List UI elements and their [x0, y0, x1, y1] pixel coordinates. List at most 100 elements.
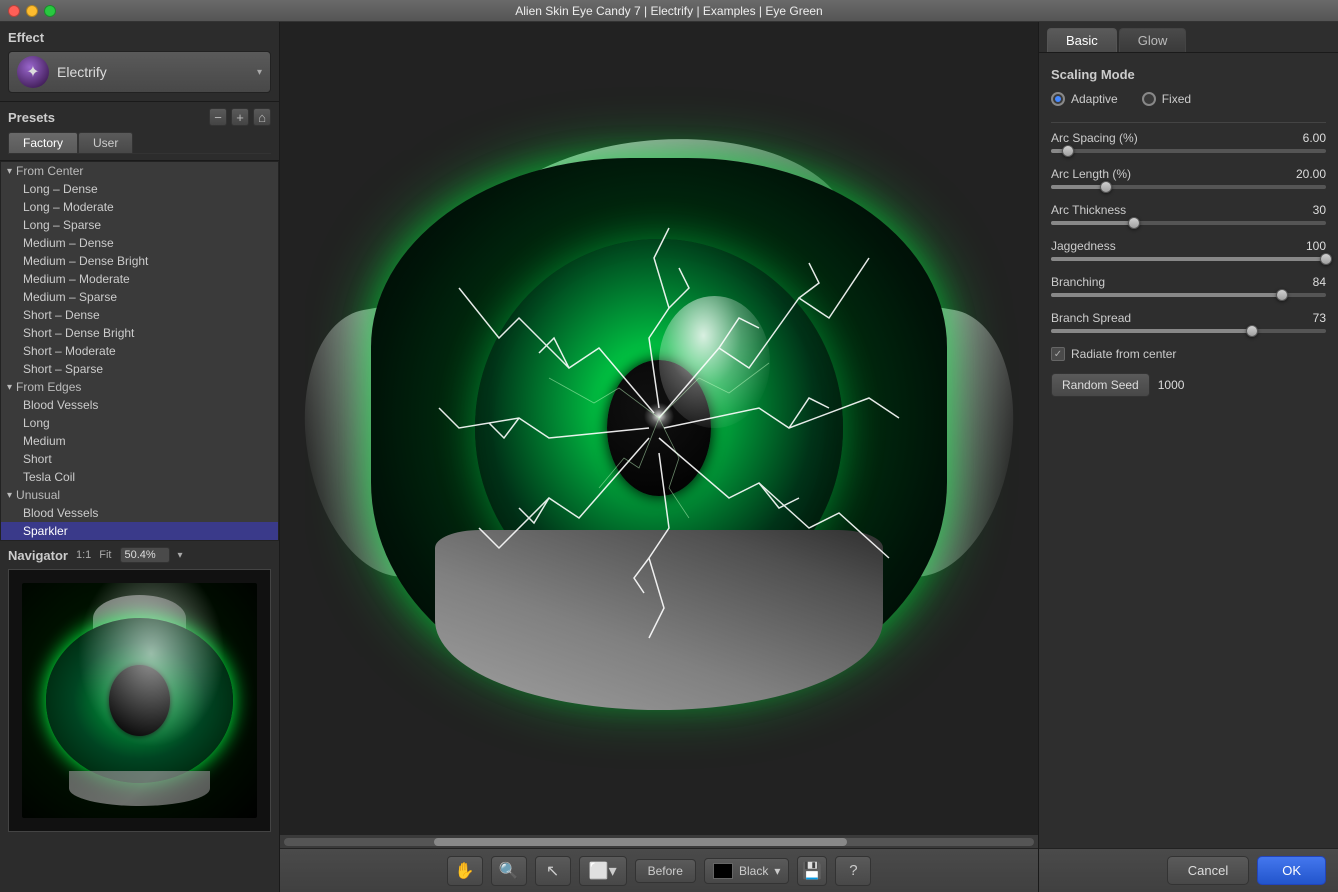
arc-spacing-header: Arc Spacing (%) 6.00: [1051, 131, 1326, 145]
presets-title: Presets: [8, 110, 205, 125]
tab-factory[interactable]: Factory: [8, 132, 78, 153]
shape-tool-button[interactable]: ⬜ ▾: [579, 856, 627, 886]
list-item[interactable]: Medium: [1, 432, 278, 450]
list-item[interactable]: Long – Moderate: [1, 198, 278, 216]
group-unusual[interactable]: ▾ Unusual: [1, 486, 278, 504]
tab-user[interactable]: User: [78, 132, 133, 153]
left-panel: Effect ✦ Electrify ▾ Presets − + ⌂ Facto…: [0, 22, 280, 892]
hand-tool-button[interactable]: ✋: [447, 856, 483, 886]
scaling-mode-section: Scaling Mode Adaptive Fixed: [1051, 67, 1326, 106]
arc-thickness-thumb[interactable]: [1128, 217, 1140, 229]
group-from-center[interactable]: ▾ From Center: [1, 162, 278, 180]
list-item[interactable]: Medium – Sparse: [1, 288, 278, 306]
list-item[interactable]: Short – Dense: [1, 306, 278, 324]
arc-thickness-slider-row: Arc Thickness 30: [1051, 203, 1326, 225]
fixed-radio[interactable]: Fixed: [1142, 92, 1191, 106]
maximize-button[interactable]: [44, 5, 56, 17]
jaggedness-header: Jaggedness 100: [1051, 239, 1326, 253]
arc-thickness-header: Arc Thickness 30: [1051, 203, 1326, 217]
effect-title: Effect: [8, 30, 271, 45]
fixed-radio-circle: [1142, 92, 1156, 106]
adaptive-radio-dot: [1055, 96, 1061, 102]
presets-list[interactable]: ▾ From Center Long – Dense Long – Modera…: [0, 161, 279, 541]
scrollbar-thumb[interactable]: [434, 838, 847, 846]
branching-label: Branching: [1051, 275, 1105, 289]
ok-button[interactable]: OK: [1257, 856, 1326, 885]
close-button[interactable]: [8, 5, 20, 17]
list-item[interactable]: Medium – Dense: [1, 234, 278, 252]
list-item[interactable]: Short – Sparse: [1, 360, 278, 378]
jaggedness-fill: [1051, 257, 1326, 261]
branching-track[interactable]: [1051, 293, 1326, 297]
black-color-button[interactable]: Black ▾: [704, 858, 789, 884]
list-item[interactable]: Long: [1, 414, 278, 432]
radiate-checkbox[interactable]: ✓: [1051, 347, 1065, 361]
arc-thickness-track[interactable]: [1051, 221, 1326, 225]
cancel-button[interactable]: Cancel: [1167, 856, 1249, 885]
arc-spacing-track[interactable]: [1051, 149, 1326, 153]
bottom-buttons: Cancel OK: [1039, 848, 1338, 892]
help-button[interactable]: ?: [835, 856, 871, 886]
zoom-fit[interactable]: Fit: [99, 549, 111, 561]
list-item[interactable]: Medium – Dense Bright: [1, 252, 278, 270]
radiate-checkbox-row: ✓ Radiate from center: [1051, 347, 1326, 361]
group-from-edges[interactable]: ▾ From Edges: [1, 378, 278, 396]
canvas-toolbar: ✋ 🔍 ↖ ⬜ ▾ Before Black ▾ 💾 ?: [280, 848, 1038, 892]
arc-length-fill: [1051, 185, 1106, 189]
save-button[interactable]: 💾: [797, 856, 827, 886]
random-seed-row: Random Seed 1000: [1051, 373, 1326, 397]
black-dropdown-arrow: ▾: [774, 864, 780, 878]
before-button[interactable]: Before: [635, 859, 696, 883]
silver-wing-bottom: [435, 530, 883, 710]
jaggedness-slider-row: Jaggedness 100: [1051, 239, 1326, 261]
select-tool-button[interactable]: ↖: [535, 856, 571, 886]
branching-thumb[interactable]: [1276, 289, 1288, 301]
zoom-input[interactable]: [120, 547, 170, 563]
jaggedness-thumb[interactable]: [1320, 253, 1332, 265]
shape-icon: ⬜: [589, 861, 609, 881]
list-item[interactable]: Short – Dense Bright: [1, 324, 278, 342]
jaggedness-track[interactable]: [1051, 257, 1326, 261]
presets-minus-button[interactable]: −: [209, 108, 227, 126]
presets-home-button[interactable]: ⌂: [253, 108, 271, 126]
tab-basic[interactable]: Basic: [1047, 28, 1117, 52]
branch-spread-thumb[interactable]: [1246, 325, 1258, 337]
right-panel: Basic Glow Scaling Mode Adaptive Fixed: [1038, 22, 1338, 892]
list-item[interactable]: Long – Dense: [1, 180, 278, 198]
branch-spread-header: Branch Spread 73: [1051, 311, 1326, 325]
black-swatch: [713, 863, 733, 879]
presets-section: Presets − + ⌂ Factory User: [0, 102, 279, 161]
list-item[interactable]: Short – Moderate: [1, 342, 278, 360]
canvas-scrollbar[interactable]: [280, 834, 1038, 848]
zoom-dropdown-arrow[interactable]: ▾: [178, 550, 183, 561]
list-item[interactable]: Medium – Moderate: [1, 270, 278, 288]
scrollbar-track[interactable]: [284, 838, 1034, 846]
effect-selector[interactable]: ✦ Electrify ▾: [8, 51, 271, 93]
branch-spread-track[interactable]: [1051, 329, 1326, 333]
presets-plus-button[interactable]: +: [231, 108, 249, 126]
minimize-button[interactable]: [26, 5, 38, 17]
adaptive-radio[interactable]: Adaptive: [1051, 92, 1118, 106]
scaling-mode-title: Scaling Mode: [1051, 67, 1326, 82]
shape-dropdown: ▾: [609, 861, 617, 881]
list-item[interactable]: Short: [1, 450, 278, 468]
list-item-selected[interactable]: Sparkler: [1, 522, 278, 540]
arc-length-thumb[interactable]: [1100, 181, 1112, 193]
nav-preview-inner: [22, 583, 257, 818]
canvas-viewport[interactable]: [280, 22, 1038, 834]
list-item[interactable]: Blood Vessels: [1, 504, 278, 522]
arc-spacing-label: Arc Spacing (%): [1051, 131, 1138, 145]
list-item[interactable]: Blood Vessels: [1, 396, 278, 414]
navigator-title: Navigator: [8, 548, 68, 563]
list-item[interactable]: Tesla Coil: [1, 468, 278, 486]
arc-length-track[interactable]: [1051, 185, 1326, 189]
arc-spacing-thumb[interactable]: [1062, 145, 1074, 157]
zoom-tool-button[interactable]: 🔍: [491, 856, 527, 886]
right-tabs: Basic Glow: [1039, 22, 1338, 53]
zoom-1-1[interactable]: 1:1: [76, 549, 91, 561]
branch-spread-slider-row: Branch Spread 73: [1051, 311, 1326, 333]
tab-glow[interactable]: Glow: [1119, 28, 1187, 52]
effect-dropdown-arrow: ▾: [257, 67, 262, 78]
list-item[interactable]: Long – Sparse: [1, 216, 278, 234]
random-seed-button[interactable]: Random Seed: [1051, 373, 1150, 397]
